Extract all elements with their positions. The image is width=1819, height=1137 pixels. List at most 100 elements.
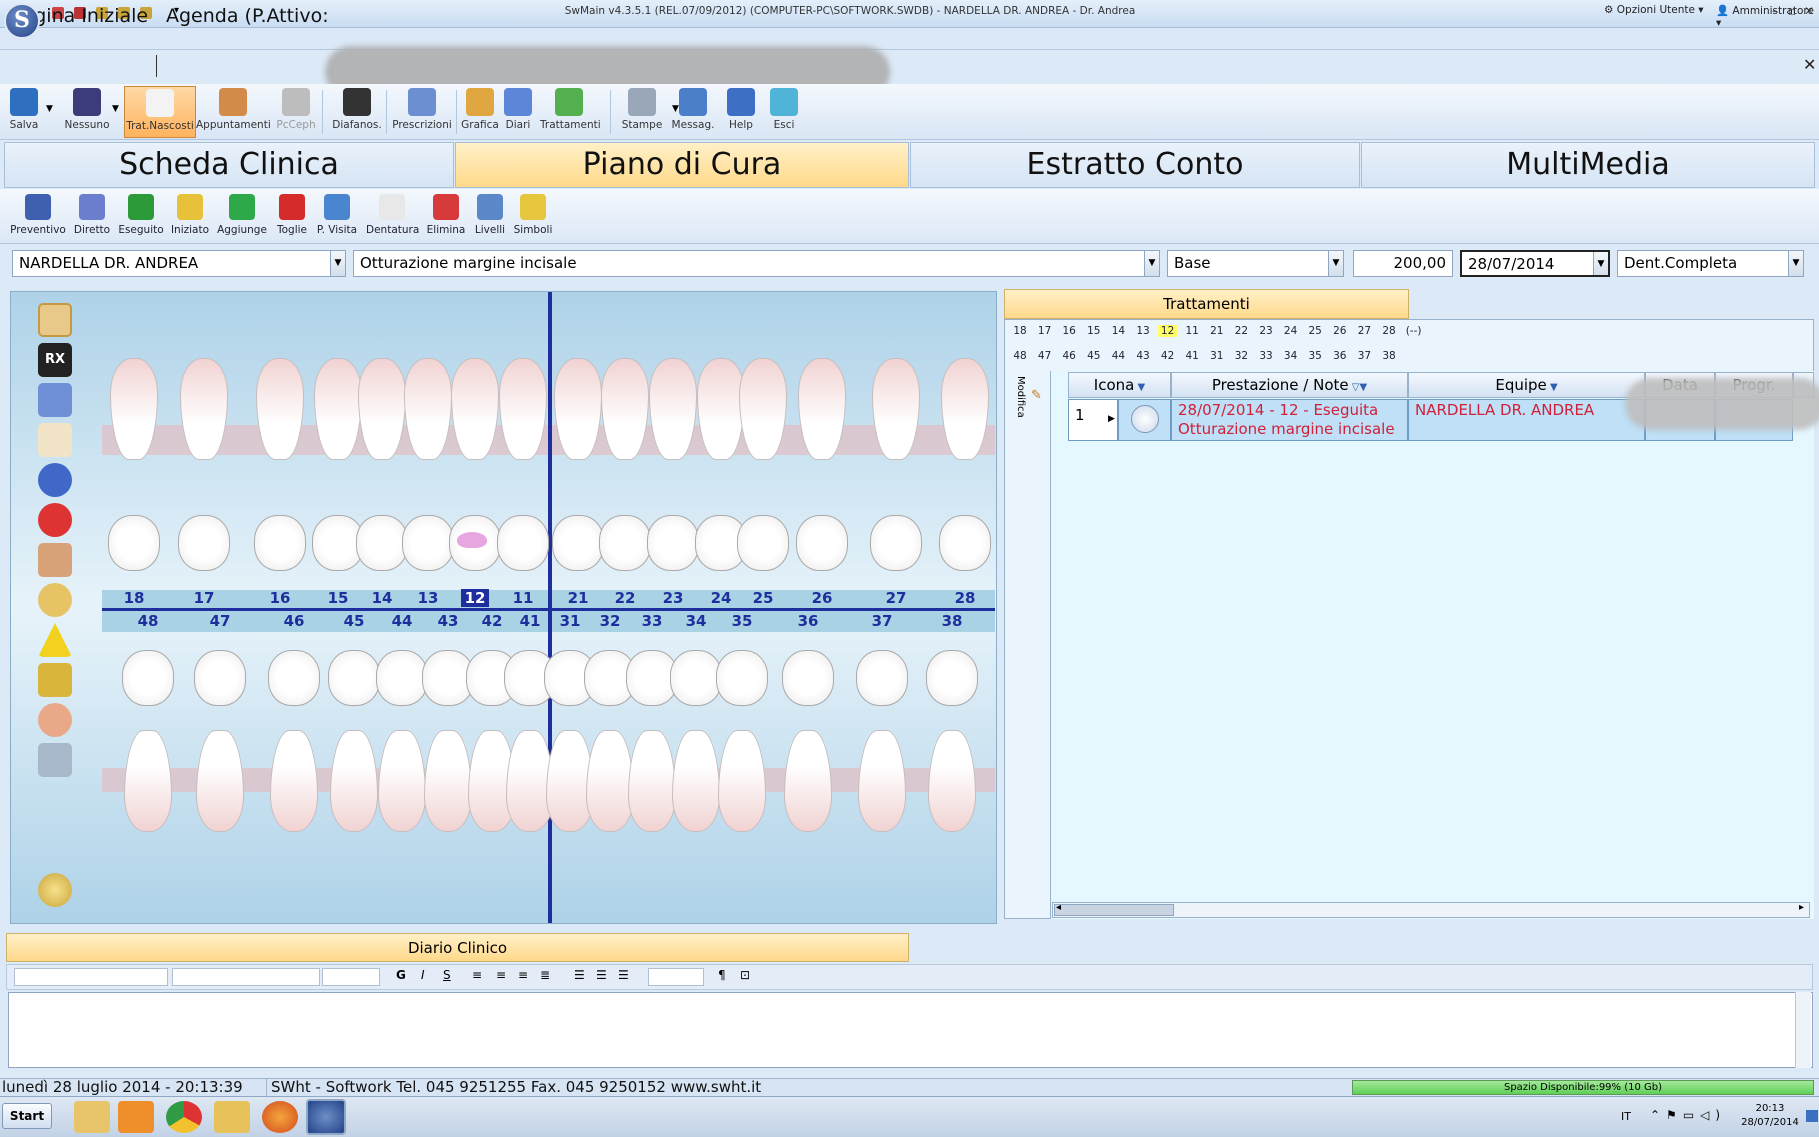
tools-icon[interactable] [38,743,72,777]
listino-select[interactable]: Base ▼ [1167,250,1344,277]
quadrant-tooth-15[interactable]: 15 [1084,325,1104,337]
pencil-icon[interactable]: ✎ [1031,388,1042,403]
dropdown-icon[interactable]: ▼ [46,104,53,114]
tooth-44-occlusal[interactable] [376,650,428,706]
toolbar-button-salva[interactable]: Salva [4,86,44,138]
tooth-number-11[interactable]: 11 [509,589,537,607]
tooth-36-crown[interactable] [784,730,832,832]
tooth-number-21[interactable]: 21 [564,589,592,607]
plan-button-simboli[interactable]: Simboli [512,192,554,242]
plan-button-dentatura[interactable]: Dentatura [366,192,419,242]
treatment-select[interactable]: Otturazione margine incisale ▼ [353,250,1160,277]
tooth-47-occlusal[interactable] [194,650,246,706]
tooth-14-occlusal[interactable] [356,515,408,571]
quadrant-tooth-48[interactable]: 48 [1010,350,1030,362]
tooth-number-26[interactable]: 26 [808,589,836,607]
quadrant-tooth-13[interactable]: 13 [1133,325,1153,337]
column-prestazione[interactable]: Prestazione / Note ▽▼ [1171,372,1408,398]
lips-icon[interactable] [38,503,72,537]
column-equipe[interactable]: Equipe ▼ [1408,372,1645,398]
tooth-44-crown[interactable] [378,730,426,832]
tooth-38-occlusal[interactable] [926,650,978,706]
tab-scheda-clinica[interactable]: Scheda Clinica [4,142,454,188]
toolbar-button-prescrizioni[interactable]: Prescrizioni [392,86,452,138]
tooth-27-crown[interactable] [872,358,920,460]
paragraph-icon[interactable]: ¶ [718,968,726,982]
tooth-34-crown[interactable] [672,730,720,832]
tooth-number-44[interactable]: 44 [388,612,416,630]
tooth-47-crown[interactable] [196,730,244,832]
chevron-down-icon[interactable]: ▼ [1593,252,1608,275]
scroll-left-icon[interactable]: ◂ [1056,902,1061,913]
eye-icon[interactable] [38,303,72,337]
chevron-down-icon[interactable]: ▼ [330,251,345,276]
quadrant-tooth-36[interactable]: 36 [1330,350,1350,362]
tooth-33-crown[interactable] [628,730,676,832]
quadrant-tooth-24[interactable]: 24 [1281,325,1301,337]
tooth-35-crown[interactable] [718,730,766,832]
plan-button-iniziato[interactable]: Iniziato [170,192,210,242]
tab-estratto-conto[interactable]: Estratto Conto [910,142,1360,188]
tab-multimedia[interactable]: MultiMedia [1361,142,1815,188]
tooth-number-12[interactable]: 12 [461,589,489,607]
tooth-34-occlusal[interactable] [670,650,722,706]
vertical-scrollbar[interactable] [1795,992,1811,1068]
price-field[interactable]: 200,00 [1353,250,1453,277]
toolbar-button-esci[interactable]: Esci [764,86,804,138]
quadrant-tooth-34[interactable]: 34 [1281,350,1301,362]
tooth-number-32[interactable]: 32 [596,612,624,630]
modifica-label[interactable]: Modifica [1012,376,1026,418]
tooth-45-crown[interactable] [330,730,378,832]
tooth-number-28[interactable]: 28 [951,589,979,607]
align-left-icon[interactable]: ≡ [472,968,482,982]
tooth-25-occlusal[interactable] [737,515,789,571]
tooth-number-36[interactable]: 36 [794,612,822,630]
quadrant-tooth-32[interactable]: 32 [1231,350,1251,362]
underline-icon[interactable]: S [443,968,451,982]
toolbar-button-diafanos[interactable]: Diafanos. [330,86,384,138]
quadrant-tooth-(--)[interactable]: (--) [1404,325,1424,337]
quadrant-tooth-33[interactable]: 33 [1256,350,1276,362]
column-icona[interactable]: Icona ▼ [1068,372,1171,398]
plan-button-livelli[interactable]: Livelli [470,192,510,242]
implant-icon[interactable] [38,663,72,697]
coin-icon[interactable] [38,873,72,907]
quadrant-tooth-47[interactable]: 47 [1035,350,1055,362]
dentition-select[interactable]: Dent.Completa ▼ [1617,250,1804,277]
tooth-46-crown[interactable] [270,730,318,832]
swmain-taskbar-icon[interactable] [306,1099,346,1135]
color-select[interactable] [648,968,704,986]
tooth-13-crown[interactable] [404,358,452,460]
tooth-number-33[interactable]: 33 [638,612,666,630]
bullet-list-icon[interactable]: ☰ [574,968,585,982]
tooth-43-crown[interactable] [424,730,472,832]
quadrant-tooth-23[interactable]: 23 [1256,325,1276,337]
indent-icon[interactable]: ☰ [618,968,629,982]
show-desktop-icon[interactable] [1806,1110,1818,1122]
prestazione-cell[interactable]: 28/07/2014 - 12 - Eseguita Otturazione ma… [1171,399,1408,441]
tooth-36-occlusal[interactable] [782,650,834,706]
tooth-number-17[interactable]: 17 [190,589,218,607]
mail-icon[interactable] [214,1101,250,1133]
tooth-number-45[interactable]: 45 [340,612,368,630]
quadrant-tooth-27[interactable]: 27 [1354,325,1374,337]
toolbar-button-pcceph[interactable]: PcCeph [274,86,318,138]
tooth-number-34[interactable]: 34 [682,612,710,630]
start-button[interactable]: Start [2,1103,52,1129]
clock[interactable]: 20:13 28/07/2014 [1738,1102,1802,1130]
style-select[interactable] [14,968,168,986]
tooth-38-crown[interactable] [928,730,976,832]
plan-button-preventivo[interactable]: Preventivo [10,192,66,242]
tooth-number-47[interactable]: 47 [206,612,234,630]
tooth-25-crown[interactable] [739,358,787,460]
scrollbar-thumb[interactable] [1054,904,1174,916]
toolbar-button-stampe[interactable]: Stampe [614,86,670,138]
quadrant-tooth-17[interactable]: 17 [1035,325,1055,337]
tooth-14-crown[interactable] [358,358,406,460]
numbered-list-icon[interactable]: ☰ [596,968,607,982]
tooth-number-13[interactable]: 13 [414,589,442,607]
tooth-28-occlusal[interactable] [939,515,991,571]
tooth-26-occlusal[interactable] [796,515,848,571]
user-options-menu[interactable]: ⚙ Opzioni Utente ▾ [1604,4,1704,16]
quadrant-tooth-22[interactable]: 22 [1231,325,1251,337]
